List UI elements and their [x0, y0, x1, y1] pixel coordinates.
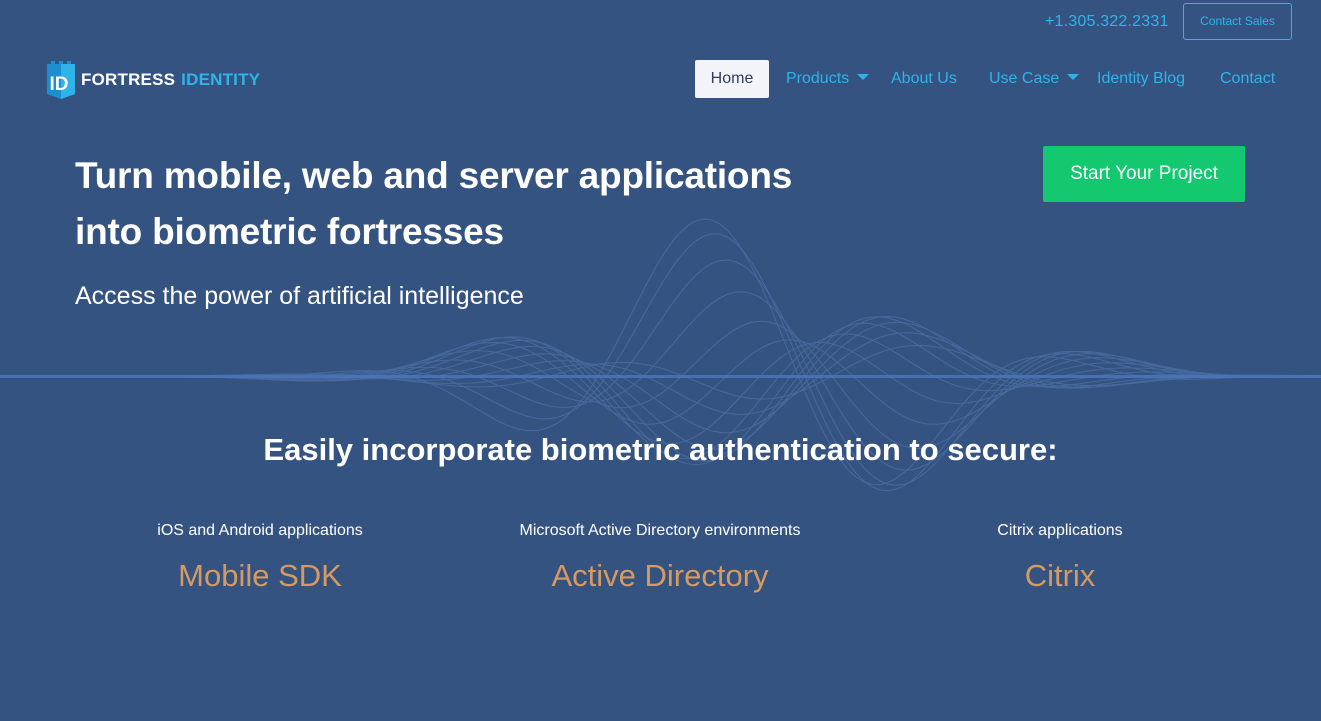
- phone-link[interactable]: +1.305.322.2331: [1045, 12, 1169, 32]
- fortress-id-logo-icon: ID: [47, 61, 75, 99]
- nav-item-identity-blog[interactable]: Identity Blog: [1097, 60, 1185, 98]
- wave-line: [0, 332, 1321, 415]
- feature-caption: Citrix applications: [997, 522, 1123, 539]
- feature-link[interactable]: Active Directory: [480, 558, 840, 594]
- nav-item-label: Home: [710, 70, 754, 87]
- contact-sales-button[interactable]: Contact Sales: [1183, 3, 1292, 40]
- nav-item-label: Use Case: [989, 70, 1060, 87]
- nav-item-label: Identity Blog: [1097, 70, 1186, 87]
- logo[interactable]: ID FORTRESS IDENTITY: [45, 60, 260, 100]
- nav-item-home[interactable]: Home: [695, 60, 769, 98]
- nav-item-label: About Us: [891, 70, 957, 87]
- feature-link[interactable]: Mobile SDK: [110, 558, 410, 594]
- hero-subtitle: Access the power of artificial intellige…: [75, 282, 524, 310]
- logo-word-primary: FORTRESS: [81, 70, 176, 89]
- nav-item-label: Products: [786, 70, 850, 87]
- feature-active-directory: Microsoft Active Directory environments …: [480, 520, 840, 594]
- start-project-button[interactable]: Start Your Project: [1043, 146, 1245, 202]
- wave-line: [0, 339, 1321, 425]
- section-divider: [0, 375, 1321, 378]
- section-title: Easily incorporate biometric authenticat…: [263, 432, 1058, 467]
- wave-line: [0, 344, 1321, 400]
- feature-mobile-sdk: iOS and Android applications Mobile SDK: [110, 520, 410, 594]
- hero-title: Turn mobile, web and server applications…: [75, 148, 855, 260]
- feature-citrix: Citrix applications Citrix: [910, 520, 1210, 594]
- feature-link[interactable]: Citrix: [910, 558, 1210, 594]
- nav-item-label: Contact: [1220, 70, 1276, 87]
- page: +1.305.322.2331 Contact Sales ID FORTRES…: [0, 0, 1321, 721]
- nav-item-products[interactable]: Products: [786, 60, 870, 98]
- logo-mark-letters: ID: [50, 74, 69, 95]
- wave-decoration: [0, 218, 1321, 492]
- nav-item-about-us[interactable]: About Us: [891, 60, 957, 98]
- logo-wordmark: FORTRESS IDENTITY: [81, 60, 260, 100]
- hero-title-line-1: Turn mobile, web and server applications: [75, 155, 793, 196]
- logo-word-accent: IDENTITY: [181, 70, 261, 89]
- feature-caption: iOS and Android applications: [157, 522, 363, 539]
- chevron-down-icon: [1067, 74, 1080, 81]
- feature-caption: Microsoft Active Directory environments: [519, 522, 801, 539]
- nav-item-use-case[interactable]: Use Case: [989, 60, 1080, 98]
- hero-title-line-2: into biometric fortresses: [75, 211, 504, 252]
- nav-item-contact[interactable]: Contact: [1220, 60, 1275, 98]
- chevron-down-icon: [857, 74, 870, 81]
- wave-line: [0, 337, 1321, 445]
